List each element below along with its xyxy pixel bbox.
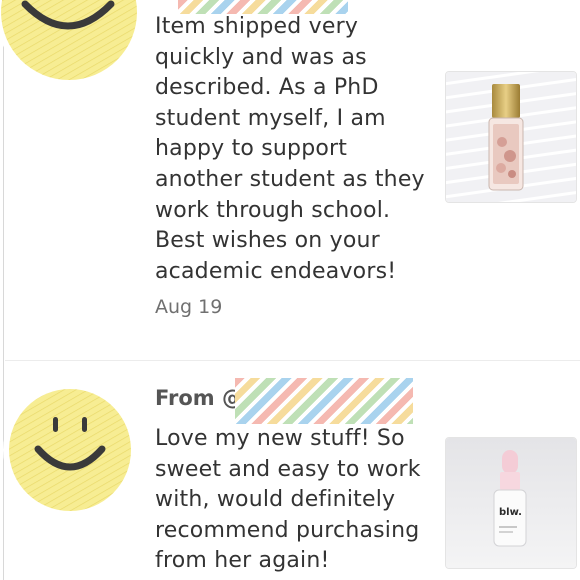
redacted-username — [235, 378, 413, 424]
perfume-bottle-icon — [446, 72, 576, 202]
review-divider — [5, 360, 580, 361]
smiley-face-icon — [3, 383, 137, 517]
reviewer-avatar[interactable] — [0, 0, 148, 86]
review-photo[interactable]: blw. — [445, 437, 577, 569]
review-photo[interactable] — [445, 71, 577, 203]
reviewer-avatar[interactable] — [3, 383, 137, 517]
left-edge-border — [3, 0, 4, 580]
review-date: Aug 19 — [155, 296, 223, 318]
review-author-label: From @ — [155, 386, 243, 410]
review-text: Love my new stuff! So sweet and easy to … — [155, 426, 421, 574]
serum-dropper-bottle-icon: blw. — [446, 438, 576, 568]
smiley-face-icon — [0, 0, 143, 86]
review-text: Item shipped very quickly and was as des… — [155, 14, 425, 284]
product-brand-text: blw. — [499, 507, 522, 518]
